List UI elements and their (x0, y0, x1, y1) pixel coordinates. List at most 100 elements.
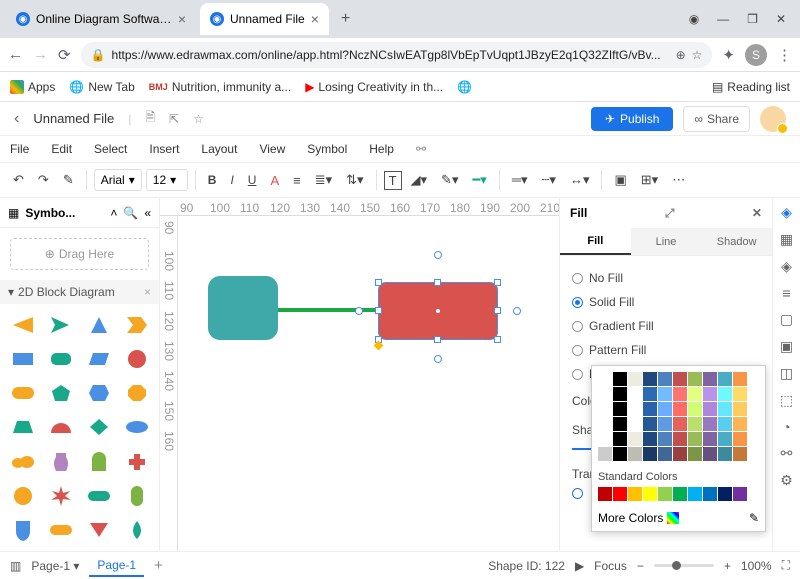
back-button[interactable]: ‹ (14, 110, 19, 128)
pin-icon[interactable]: ⤢ (665, 206, 675, 221)
color-cell[interactable] (673, 447, 687, 461)
reload-icon[interactable]: ⟳ (58, 46, 71, 64)
valign-icon[interactable]: ≣▾ (310, 169, 337, 191)
chart-icon[interactable]: ◫ (780, 365, 793, 382)
shape-rect[interactable] (8, 346, 38, 372)
color-cell[interactable] (613, 402, 627, 416)
shape-oct[interactable] (122, 380, 152, 406)
shape-pentagon[interactable] (46, 380, 76, 406)
line-style-icon[interactable]: ━▾ (467, 169, 491, 191)
color-cell[interactable] (733, 372, 747, 386)
color-cell[interactable] (598, 372, 612, 386)
zoom-in-icon[interactable]: + (724, 559, 731, 573)
url-input[interactable]: 🔒 https://www.edrawmax.com/online/app.ht… (81, 42, 713, 68)
more-icon[interactable]: ⋯ (667, 169, 690, 191)
eyedropper-icon[interactable]: ✎ (749, 511, 759, 525)
color-cell[interactable] (718, 372, 732, 386)
color-cell[interactable] (733, 432, 747, 446)
color-cell[interactable] (658, 387, 672, 401)
color-cell[interactable] (643, 372, 657, 386)
shape-jar[interactable] (46, 449, 76, 475)
page-tab[interactable]: Page-1 (89, 555, 144, 577)
bold-icon[interactable]: B (203, 170, 222, 190)
color-cell[interactable] (688, 432, 702, 446)
close-icon[interactable]: × (178, 11, 186, 27)
color-cell[interactable] (643, 417, 657, 431)
fullscreen-icon[interactable]: ⛶ (782, 558, 790, 573)
color-cell[interactable] (673, 387, 687, 401)
fill-tool-icon[interactable]: ◈ (781, 204, 792, 221)
shape-pill[interactable] (8, 380, 38, 406)
search-icon[interactable]: 🔍 (123, 206, 138, 220)
color-cell[interactable] (643, 402, 657, 416)
globe-bookmark[interactable]: 🌐 (457, 80, 472, 94)
grid-icon[interactable]: ▦ (780, 231, 793, 248)
text-box-icon[interactable]: T (384, 171, 402, 190)
shape-trap[interactable] (8, 414, 38, 440)
record-icon[interactable]: ◉ (689, 12, 699, 26)
shape-arch[interactable] (84, 449, 114, 475)
reading-list[interactable]: ▤Reading list (712, 80, 790, 94)
color-cell[interactable] (703, 487, 717, 501)
color-cell[interactable] (718, 447, 732, 461)
paint-icon[interactable]: ✎ (58, 169, 79, 191)
translate-icon[interactable]: ⊕ (676, 48, 686, 62)
more-colors-label[interactable]: More Colors (598, 511, 663, 525)
menu-layout[interactable]: Layout (201, 142, 237, 156)
image-icon[interactable]: ▣ (780, 338, 793, 355)
red-shape-selected[interactable] (378, 282, 498, 340)
color-cell[interactable] (703, 372, 717, 386)
shape-diamond[interactable] (84, 414, 114, 440)
color-cell[interactable] (733, 402, 747, 416)
link-icon[interactable]: ⚯ (781, 445, 793, 462)
zoom-value[interactable]: 100% (741, 559, 772, 573)
color-cell[interactable] (733, 417, 747, 431)
maximize-icon[interactable]: ❐ (747, 12, 758, 26)
color-cell[interactable] (598, 402, 612, 416)
shape-hex[interactable] (84, 380, 114, 406)
layers-icon[interactable]: ◈ (781, 258, 792, 275)
italic-icon[interactable]: I (225, 170, 238, 190)
radio-pattern[interactable]: Pattern Fill (572, 338, 760, 362)
shape-arrow[interactable] (46, 312, 76, 338)
tab-fill[interactable]: Fill (560, 228, 631, 255)
shape-seal[interactable] (8, 483, 38, 509)
shape-tube[interactable] (122, 483, 152, 509)
shape-pill2[interactable] (84, 483, 114, 509)
shape-tri3[interactable] (84, 517, 114, 543)
color-cell[interactable] (673, 372, 687, 386)
color-cell[interactable] (658, 447, 672, 461)
back-icon[interactable]: ← (8, 46, 23, 63)
shape-cloud[interactable] (8, 449, 38, 475)
shape-ellipse[interactable] (122, 414, 152, 440)
document-name[interactable]: Unnamed File (33, 111, 114, 126)
color-cell[interactable] (628, 487, 642, 501)
apps-bookmark[interactable]: Apps (10, 80, 55, 94)
fill-icon[interactable]: ◢▾ (406, 169, 433, 191)
color-cell[interactable] (643, 387, 657, 401)
group-icon[interactable]: ⊞▾ (636, 169, 663, 191)
canvas[interactable] (178, 216, 559, 551)
color-cell[interactable] (703, 402, 717, 416)
color-cell[interactable] (658, 487, 672, 501)
menu-icon[interactable]: ⋮ (777, 46, 792, 64)
browser-tab-1[interactable]: ◉ Online Diagram Software - EdrawM × (6, 3, 196, 35)
tab-shadow[interactable]: Shadow (701, 228, 772, 255)
pen-icon[interactable]: ✎▾ (436, 169, 463, 191)
color-cell[interactable] (598, 432, 612, 446)
publish-button[interactable]: ✈Publish (591, 107, 673, 131)
menu-insert[interactable]: Insert (149, 142, 179, 156)
color-cell[interactable] (718, 487, 732, 501)
newtab-bookmark[interactable]: 🌐New Tab (69, 80, 134, 94)
font-select[interactable]: Arial▾ (94, 169, 142, 191)
forward-icon[interactable]: → (33, 46, 48, 63)
arrow-icon[interactable]: ↔▾ (565, 169, 595, 191)
pie-icon[interactable]: ◔ (782, 419, 790, 435)
link-icon[interactable]: ⚯ (416, 142, 426, 156)
close-section-icon[interactable]: × (144, 285, 151, 299)
color-cell[interactable] (718, 417, 732, 431)
minimize-icon[interactable]: — (717, 12, 729, 26)
color-cell[interactable] (688, 447, 702, 461)
rotate-handle[interactable] (434, 251, 442, 259)
teal-shape[interactable] (208, 276, 278, 340)
